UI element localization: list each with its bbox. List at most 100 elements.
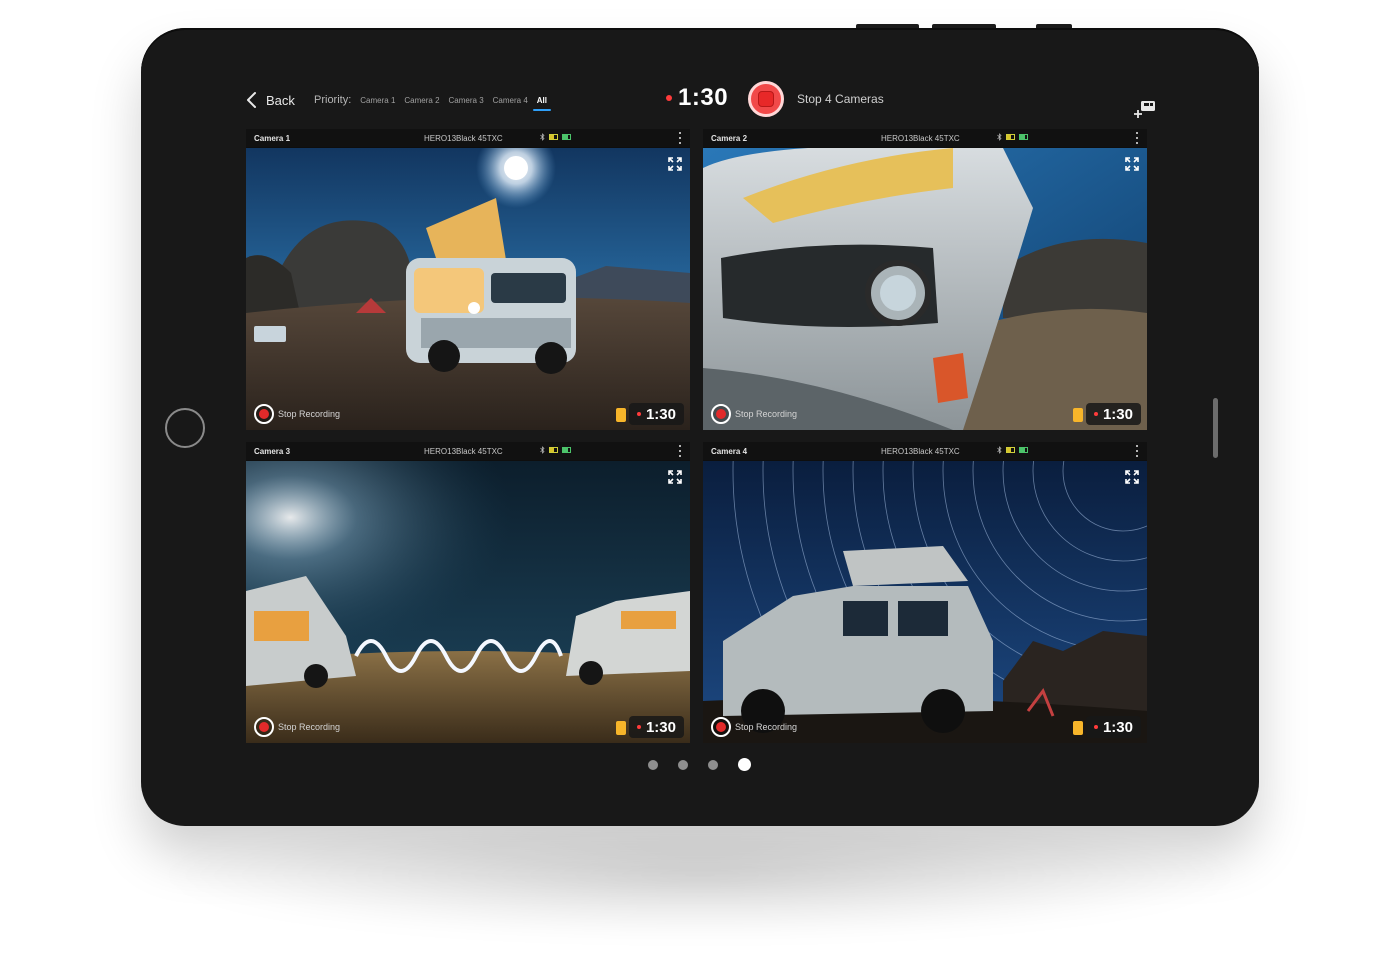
camera-timer: 1:30 <box>628 403 684 425</box>
camera-status <box>997 446 1028 454</box>
stop-icon <box>758 91 774 107</box>
stop-recording-label[interactable]: Stop Recording <box>278 722 340 732</box>
hardware-button <box>1036 24 1072 28</box>
battery-icon <box>562 447 571 453</box>
more-vertical-icon[interactable] <box>678 132 682 144</box>
page-dot-3[interactable] <box>708 759 718 770</box>
record-stop-icon <box>259 409 269 419</box>
global-timer-value: 1:30 <box>678 84 729 111</box>
more-vertical-icon[interactable] <box>1135 445 1139 457</box>
expand-icon[interactable] <box>668 470 682 484</box>
camera-status <box>997 133 1028 141</box>
camera-preview <box>246 148 690 430</box>
expand-icon[interactable] <box>1125 157 1139 171</box>
camera-name: Camera 1 <box>254 134 291 143</box>
recording-dot-icon <box>1093 412 1098 416</box>
camera-timer: 1:30 <box>628 716 684 738</box>
sd-card-icon <box>1073 721 1083 735</box>
hardware-button <box>856 24 919 28</box>
priority-option-camera-1[interactable]: Camera 1 <box>360 96 395 105</box>
recording-dot-icon <box>636 725 641 729</box>
camera-timer: 1:30 <box>1085 403 1141 425</box>
stop-recording-button[interactable] <box>711 717 731 737</box>
back-label: Back <box>266 92 295 108</box>
camera-status <box>540 133 571 141</box>
hardware-button <box>932 24 996 28</box>
battery-icon <box>1019 134 1028 140</box>
sd-battery-icon <box>549 134 558 140</box>
side-handle <box>1213 398 1218 458</box>
stop-recording-label[interactable]: Stop Recording <box>735 722 797 732</box>
camera-timer: 1:30 <box>1085 716 1141 738</box>
camera-tile-2[interactable]: Camera 2 HERO13Black 45TXC Stop Recordin… <box>703 129 1147 430</box>
stop-recording-button[interactable] <box>711 404 731 424</box>
record-stop-icon <box>716 409 726 419</box>
stop-recording-button[interactable] <box>254 717 274 737</box>
sd-card-icon <box>616 408 626 422</box>
sd-battery-icon <box>1006 134 1015 140</box>
page-dot-2[interactable] <box>678 759 688 770</box>
camera-tile-header: Camera 4 HERO13Black 45TXC <box>703 442 1147 460</box>
recording-dot-icon <box>636 412 641 416</box>
camera-preview <box>703 461 1147 743</box>
sd-card-icon <box>616 721 626 735</box>
back-button[interactable]: Back <box>246 90 295 110</box>
camera-tile-4[interactable]: Camera 4 HERO13Black 45TXC Stop Recordin… <box>703 442 1147 743</box>
bluetooth-icon <box>997 133 1002 141</box>
priority-option-camera-3[interactable]: Camera 3 <box>449 96 484 105</box>
record-stop-icon <box>716 722 726 732</box>
add-camera-icon[interactable] <box>1133 99 1157 119</box>
stop-all-cameras-button[interactable] <box>748 81 784 117</box>
camera-timer-value: 1:30 <box>1102 405 1133 423</box>
bluetooth-icon <box>540 133 545 141</box>
more-vertical-icon[interactable] <box>678 445 682 457</box>
chevron-left-icon <box>247 92 256 108</box>
stop-recording-label[interactable]: Stop Recording <box>278 409 340 419</box>
camera-name: Camera 3 <box>254 447 291 456</box>
expand-icon[interactable] <box>668 157 682 171</box>
bluetooth-icon <box>997 446 1002 454</box>
battery-icon <box>1019 447 1028 453</box>
sd-battery-icon <box>549 447 558 453</box>
camera-timer-value: 1:30 <box>1102 718 1133 736</box>
expand-icon[interactable] <box>1125 470 1139 484</box>
camera-tile-header: Camera 1 HERO13Black 45TXC <box>246 129 690 147</box>
recording-dot-icon <box>666 95 672 101</box>
device-shadow <box>170 815 1230 935</box>
priority-option-camera-2[interactable]: Camera 2 <box>404 96 439 105</box>
camera-model: HERO13Black 45TXC <box>424 447 503 456</box>
priority-option-camera-4[interactable]: Camera 4 <box>493 96 528 105</box>
sd-card-icon <box>1073 408 1083 422</box>
camera-preview <box>703 148 1147 430</box>
camera-status <box>540 446 571 454</box>
priority-label: Priority: <box>314 94 352 106</box>
bluetooth-icon <box>540 446 545 454</box>
stop-recording-button[interactable] <box>254 404 274 424</box>
priority-option-all[interactable]: All <box>532 96 552 111</box>
camera-tile-3[interactable]: Camera 3 HERO13Black 45TXC Stop Recordin… <box>246 442 690 743</box>
page-dot-4[interactable] <box>738 758 751 771</box>
record-stop-icon <box>259 722 269 732</box>
camera-model: HERO13Black 45TXC <box>881 134 960 143</box>
more-vertical-icon[interactable] <box>1135 132 1139 144</box>
priority-selector: Priority: Camera 1 Camera 2 Camera 3 Cam… <box>314 94 552 111</box>
camera-tile-header: Camera 2 HERO13Black 45TXC <box>703 129 1147 147</box>
camera-preview <box>246 461 690 743</box>
camera-name: Camera 2 <box>711 134 748 143</box>
stop-recording-label[interactable]: Stop Recording <box>735 409 797 419</box>
camera-tile-1[interactable]: Camera 1 HERO13Black 45TXC Stop Recordin… <box>246 129 690 430</box>
page-dot-1[interactable] <box>648 759 658 770</box>
page-indicator <box>648 758 751 771</box>
global-recording-timer: 1:30 <box>666 84 728 112</box>
sd-battery-icon <box>1006 447 1015 453</box>
recording-dot-icon <box>1093 725 1098 729</box>
camera-model: HERO13Black 45TXC <box>881 447 960 456</box>
camera-tile-header: Camera 3 HERO13Black 45TXC <box>246 442 690 460</box>
camera-name: Camera 4 <box>711 447 748 456</box>
stop-all-cameras-label[interactable]: Stop 4 Cameras <box>797 92 884 106</box>
camera-timer-value: 1:30 <box>645 405 676 423</box>
camera-model: HERO13Black 45TXC <box>424 134 503 143</box>
home-button[interactable] <box>165 408 205 448</box>
battery-icon <box>562 134 571 140</box>
camera-timer-value: 1:30 <box>645 718 676 736</box>
